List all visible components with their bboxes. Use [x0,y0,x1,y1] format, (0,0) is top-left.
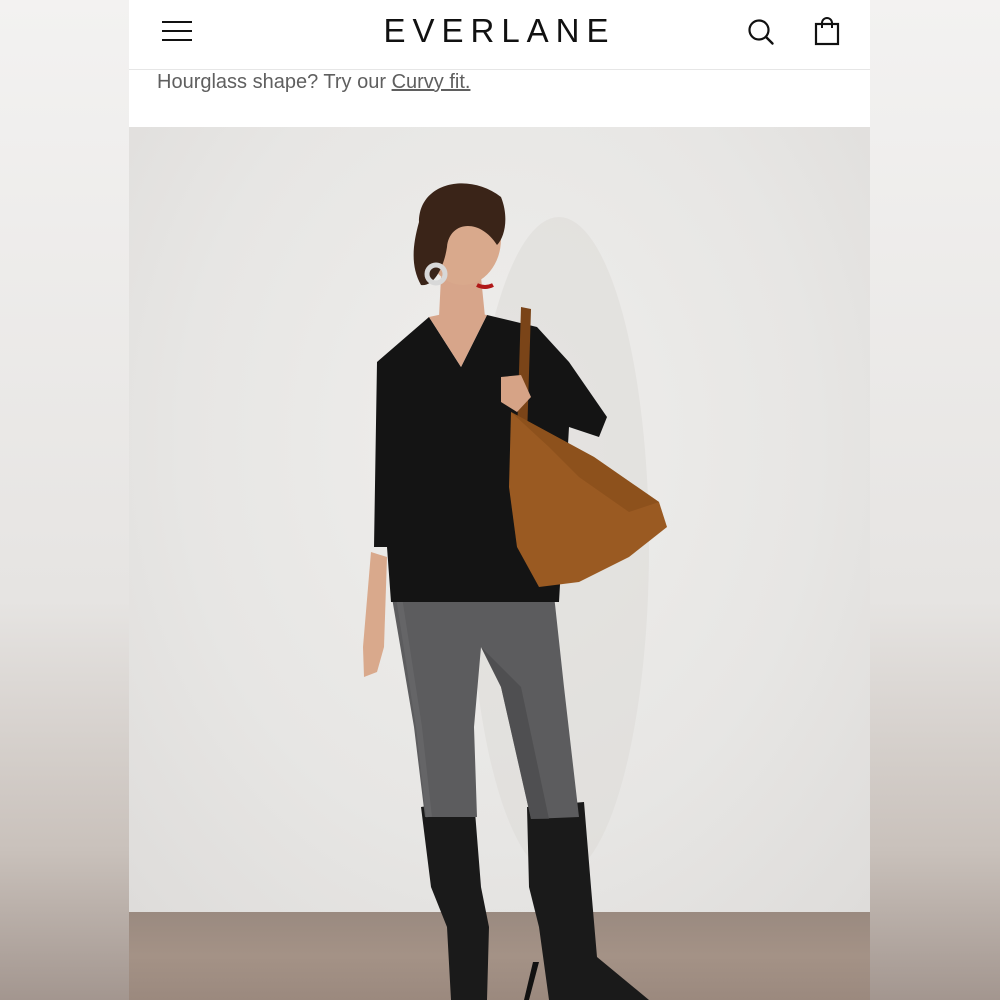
curvy-fit-link[interactable]: Curvy fit. [392,71,471,93]
hero-model-image[interactable] [129,127,870,1000]
black-boots [421,799,649,1000]
model-illustration [363,183,667,1000]
left-hand [363,552,387,677]
mobile-page: EVERLANE Hourglass shape? Try our Curvy … [129,0,870,1000]
fit-promo-text: Hourglass shape? Try our Curvy fit. [157,68,470,96]
right-blurred-margin [870,0,1000,1000]
search-icon[interactable] [743,14,779,50]
promo-text: Hourglass shape? Try our [157,71,392,93]
top-navigation-bar: EVERLANE [129,0,870,70]
shopping-bag-icon[interactable] [809,14,845,50]
left-blurred-margin [0,0,129,1000]
